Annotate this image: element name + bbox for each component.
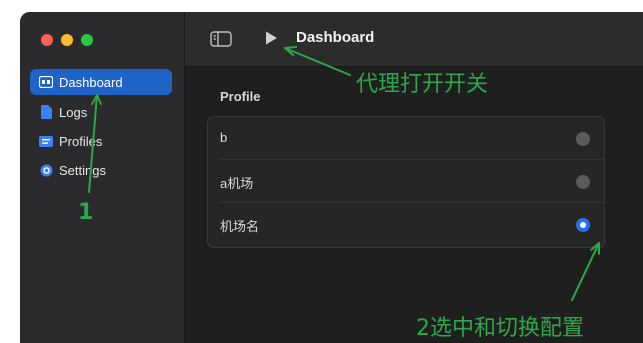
app-window: Dashboard Logs Profiles Settings Dashboa… — [20, 12, 643, 343]
toolbar: Dashboard — [185, 12, 643, 67]
minimize-window-button[interactable] — [61, 34, 73, 46]
zoom-window-button[interactable] — [81, 34, 93, 46]
profile-radio[interactable] — [576, 132, 590, 146]
page-title: Dashboard — [296, 29, 375, 46]
sidebar-item-label: Dashboard — [59, 74, 123, 90]
main-content: Profile b a机场 机场名 — [185, 67, 643, 343]
profile-radio-selected[interactable] — [576, 218, 590, 232]
profile-name: b — [220, 130, 228, 145]
profiles-icon — [39, 134, 53, 148]
profile-row[interactable]: 机场名 — [208, 203, 604, 246]
sidebar-item-label: Profiles — [59, 133, 103, 149]
play-icon[interactable] — [262, 29, 280, 47]
annotation-step-one: 1 — [78, 200, 94, 225]
close-window-button[interactable] — [41, 34, 53, 46]
annotation-step-two: 2选中和切换配置 — [416, 316, 584, 341]
sidebar: Dashboard Logs Profiles Settings — [20, 12, 185, 343]
gear-icon — [39, 163, 53, 177]
sidebar-toggle-icon[interactable] — [210, 31, 232, 47]
sidebar-item-label: Settings — [59, 162, 106, 178]
sidebar-item-label: Logs — [59, 104, 88, 120]
profile-list: b a机场 机场名 — [207, 116, 605, 248]
sidebar-item-logs[interactable]: Logs — [30, 99, 172, 125]
profile-name: 机场名 — [220, 219, 260, 234]
profile-row[interactable]: a机场 — [208, 160, 604, 203]
sidebar-item-profiles[interactable]: Profiles — [30, 128, 172, 154]
document-icon — [39, 105, 53, 119]
section-label: Profile — [220, 89, 261, 104]
profile-name: a机场 — [220, 176, 254, 191]
annotation-proxy-toggle: 代理打开开关 — [356, 72, 489, 97]
sidebar-item-dashboard[interactable]: Dashboard — [30, 69, 172, 95]
profile-radio[interactable] — [576, 175, 590, 189]
dashboard-icon — [39, 75, 53, 89]
profile-row[interactable]: b — [208, 117, 604, 160]
sidebar-item-settings[interactable]: Settings — [30, 157, 172, 183]
